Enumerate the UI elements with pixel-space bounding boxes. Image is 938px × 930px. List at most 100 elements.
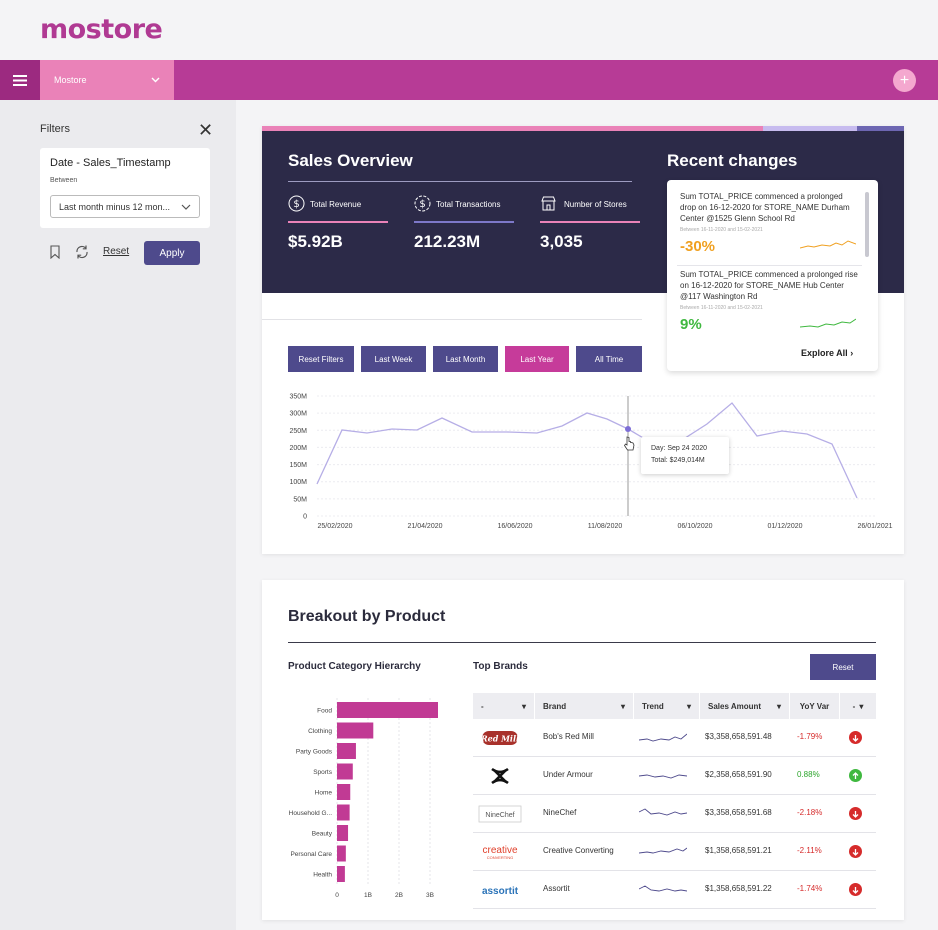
explore-all-link[interactable]: Explore All › <box>801 348 853 358</box>
kpi-label: Number of Stores <box>564 200 627 209</box>
last-month-button[interactable]: Last Month <box>433 346 498 372</box>
ninechef-logo: NineChef <box>478 805 522 823</box>
category-label: Beauty <box>312 831 333 838</box>
y-tick-label: 0 <box>303 514 307 521</box>
brand-name: Under Armour <box>543 770 593 779</box>
category-label: Household G... <box>289 810 333 817</box>
category-label: Home <box>315 790 333 797</box>
dollar-icon: $ <box>288 195 305 212</box>
trend-sparkline <box>639 733 687 742</box>
chevron-down-icon <box>181 204 191 210</box>
yoy-variance: 0.88% <box>797 770 820 779</box>
brands-reset-button[interactable]: Reset <box>810 654 876 680</box>
column-header-sales[interactable]: Sales Amount ▾ <box>700 693 789 719</box>
kpi-label: Total Transactions <box>436 200 501 209</box>
bookmark-icon[interactable] <box>50 245 60 259</box>
bobs-red-mill-logo: Red Mill <box>480 731 519 745</box>
add-button[interactable]: + <box>893 69 916 92</box>
filter-field-label: Date - Sales_Timestamp <box>50 157 171 169</box>
brand-name: Bob's Red Mill <box>543 732 594 741</box>
caret-down-icon: ▾ <box>521 701 526 711</box>
divider <box>288 181 632 182</box>
trend-sparkline <box>639 847 687 854</box>
last-year-button[interactable]: Last Year <box>505 346 569 372</box>
category-bar[interactable] <box>337 825 349 841</box>
apply-button[interactable]: Apply <box>144 241 200 265</box>
filter-value-select[interactable]: Last month minus 12 mon... <box>50 195 200 218</box>
category-label: Party Goods <box>296 749 333 756</box>
column-header-label: Trend <box>642 701 664 711</box>
store-selector-label: Mostore <box>54 75 87 85</box>
category-bar[interactable] <box>337 763 353 780</box>
y-tick-label: 100M <box>289 479 307 486</box>
breakout-title: Breakout by Product <box>288 608 446 625</box>
change-description[interactable]: Sum TOTAL_PRICE commenced a prolonged ri… <box>680 269 860 302</box>
top-brands-title: Top Brands <box>473 661 528 672</box>
sales-amount: $3,358,658,591.68 <box>705 808 772 817</box>
chevron-right-icon: › <box>850 348 854 358</box>
category-bar[interactable] <box>337 784 351 800</box>
category-bar[interactable] <box>337 866 345 882</box>
table-row[interactable]: Under Armour $2,358,658,591.90 0.88% <box>473 757 876 795</box>
filter-operator: Between <box>50 177 78 184</box>
all-time-button[interactable]: All Time <box>576 346 642 372</box>
x-tick-label: 11/08/2020 <box>588 523 623 530</box>
svg-text:Red Mill: Red Mill <box>480 734 519 744</box>
category-bar[interactable] <box>337 804 350 821</box>
table-row[interactable]: creative CONVERTING Creative Converting $1,… <box>473 833 876 871</box>
category-bar[interactable] <box>337 702 438 718</box>
refresh-icon[interactable] <box>74 244 90 260</box>
category-bar[interactable] <box>337 722 374 739</box>
reset-filters-button[interactable]: Reset Filters <box>288 346 354 372</box>
category-chart-title: Product Category Hierarchy <box>288 661 421 672</box>
x-tick-label: 21/04/2020 <box>407 523 442 530</box>
trend-sparkline <box>639 774 687 779</box>
column-header-yoy[interactable]: YoY Var <box>790 693 839 719</box>
sales-overview-title: Sales Overview <box>288 151 413 170</box>
column-header-label: - <box>852 701 856 711</box>
category-bar[interactable] <box>337 743 356 759</box>
brand-name: Assortit <box>543 884 570 893</box>
category-bar-chart[interactable]: 0 1B 2B 3B Food Clothing Party Goods Sports Home… <box>262 690 462 904</box>
filter-value: Last month minus 12 mon... <box>59 201 171 212</box>
x-tick-label: 16/06/2020 <box>497 523 532 530</box>
y-tick-label: 50M <box>293 496 307 503</box>
x-tick-label: 3B <box>426 892 434 899</box>
arrow-down-icon <box>849 845 862 858</box>
last-week-button[interactable]: Last Week <box>361 346 426 372</box>
brand-name: Creative Converting <box>543 846 614 855</box>
yoy-variance: -2.11% <box>797 846 822 855</box>
x-tick-label: 1B <box>364 892 372 899</box>
divider <box>677 265 862 266</box>
kpi-value: $5.92B <box>288 232 343 251</box>
column-header-label: Sales Amount <box>708 701 762 711</box>
kpi-value: 3,035 <box>540 232 583 251</box>
scrollbar[interactable] <box>865 192 869 257</box>
category-label: Health <box>313 872 332 879</box>
x-tick-label: 06/10/2020 <box>677 523 712 530</box>
brand-name: NineChef <box>543 808 577 817</box>
x-tick-label: 01/12/2020 <box>767 523 802 530</box>
table-row[interactable]: NineChef NineChef $3,358,658,591.68 -2.18% <box>473 795 876 833</box>
reset-link[interactable]: Reset <box>103 246 129 257</box>
close-icon[interactable]: ✕ <box>198 120 213 141</box>
table-row[interactable]: assortit Assortit $1,358,658,591.22 -1.74% <box>473 871 876 909</box>
category-bar[interactable] <box>337 845 346 862</box>
column-header-select[interactable]: - ▾ <box>473 693 534 719</box>
hover-point[interactable] <box>625 426 631 432</box>
column-header-trend[interactable]: Trend ▾ <box>634 693 699 719</box>
creative-converting-logo: creativeCONVERTING <box>482 845 517 860</box>
recent-changes-title: Recent changes <box>667 151 798 170</box>
sales-line-chart[interactable]: 350M 300M 250M 200M 150M 100M 50M 0 25/02/2020 21… <box>262 386 904 536</box>
y-tick-label: 350M <box>289 394 307 401</box>
menu-button[interactable] <box>0 60 40 100</box>
x-tick-label: 2B <box>395 892 403 899</box>
change-description[interactable]: Sum TOTAL_PRICE commenced a prolonged dr… <box>680 191 860 224</box>
divider <box>262 319 642 320</box>
x-tick-label: 25/02/2020 <box>317 523 352 530</box>
table-row[interactable]: Red Mill Bob's Red Mill $3,358,658,591.48 -… <box>473 719 876 757</box>
column-header-indicator[interactable]: - ▾ <box>840 693 876 719</box>
column-header-brand[interactable]: Brand ▾ <box>535 693 633 719</box>
svg-text:CONVERTING: CONVERTING <box>487 855 514 860</box>
store-selector[interactable]: Mostore <box>40 60 174 100</box>
